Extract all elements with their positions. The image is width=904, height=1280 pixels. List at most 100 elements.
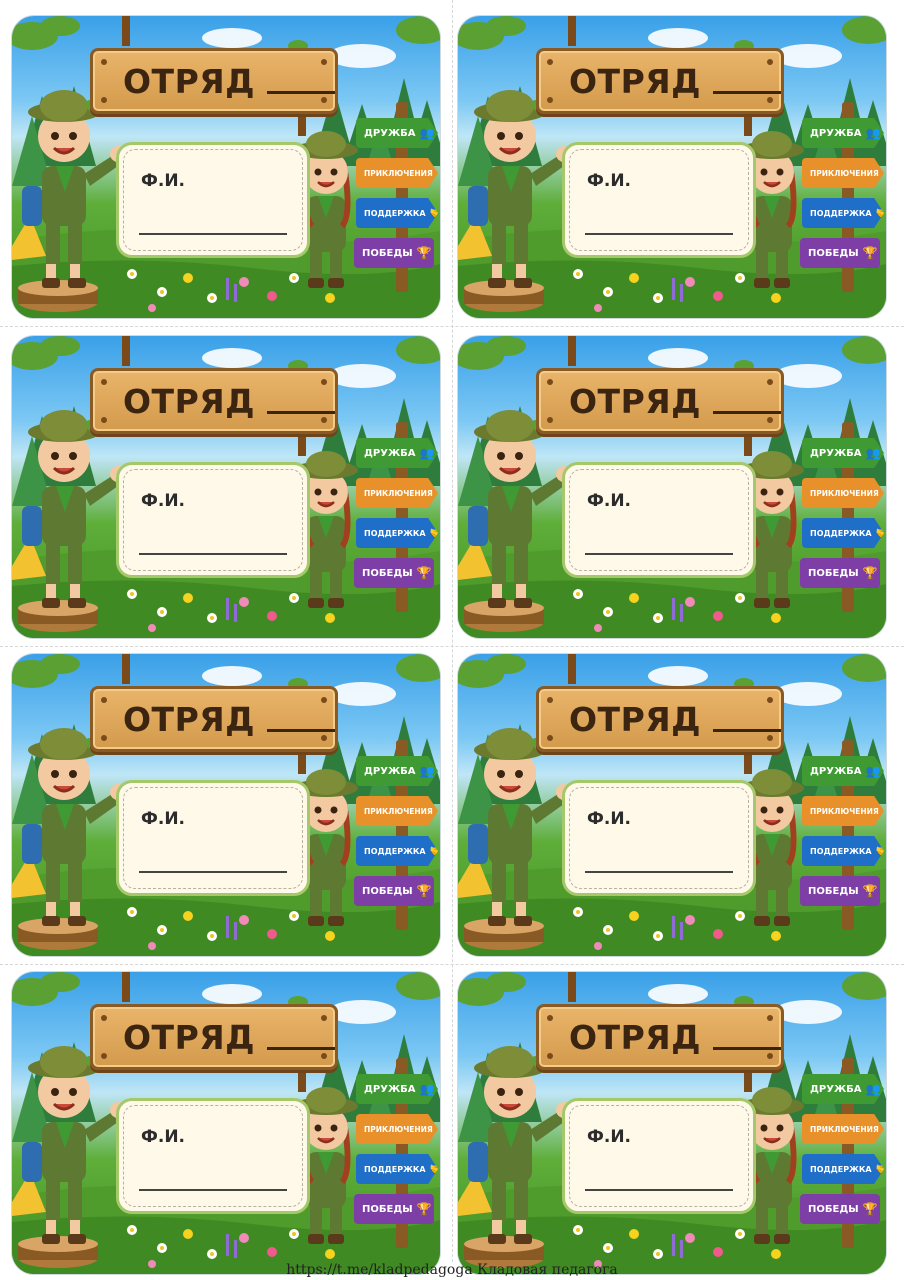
cut-guide <box>0 326 904 327</box>
nail <box>547 1015 553 1021</box>
squad-title: ОТРЯД <box>123 699 256 739</box>
sign-victories: ПОБЕДЫ 🏆 <box>354 558 434 588</box>
name-label: Ф.И. <box>587 1127 632 1147</box>
name-blank-line <box>139 233 287 235</box>
name-label: Ф.И. <box>141 491 186 511</box>
trophy-icon: 🏆 <box>416 246 432 260</box>
sign-label: ДРУЖБА <box>810 765 862 777</box>
nail <box>767 59 773 65</box>
sign-adventures: ПРИКЛЮЧЕНИЯ ⛰ <box>802 1114 884 1144</box>
squad-title-sign: ОТРЯД <box>90 48 338 114</box>
nail <box>767 1015 773 1021</box>
nail <box>547 697 553 703</box>
nail <box>547 1053 553 1059</box>
nail <box>547 379 553 385</box>
nail <box>321 735 327 741</box>
sign-label: ПОБЕДЫ <box>362 567 413 579</box>
nail <box>101 1015 107 1021</box>
nail <box>547 97 553 103</box>
name-label: Ф.И. <box>141 809 186 829</box>
squad-title-sign: ОТРЯД <box>536 48 784 114</box>
nail <box>321 1015 327 1021</box>
sign-adventures: ПРИКЛЮЧЕНИЯ ⛰ <box>356 158 438 188</box>
cut-guide <box>0 964 904 965</box>
squad-title: ОТРЯД <box>569 1017 702 1057</box>
squad-title-sign: ОТРЯД <box>536 368 784 434</box>
nail <box>767 697 773 703</box>
name-blank-line <box>585 1189 733 1191</box>
people-icon: 👥 <box>419 446 435 460</box>
nail <box>101 59 107 65</box>
sign-label: ПОДДЕРЖКА <box>810 1164 872 1174</box>
squad-title: ОТРЯД <box>569 699 702 739</box>
sign-label: ПОБЕДЫ <box>808 885 859 897</box>
cut-guide <box>452 0 453 1262</box>
sign-label: ПОБЕДЫ <box>362 1203 413 1215</box>
badge-card: ОТРЯД Ф.И. ДРУЖБА 👥 ПРИКЛЮЧЕНИЯ ⛰ ПОДДЕР… <box>458 972 886 1274</box>
nail <box>547 735 553 741</box>
squad-blank-line <box>713 728 781 732</box>
sign-label: ПРИКЛЮЧЕНИЯ <box>810 1124 879 1134</box>
sign-victories: ПОБЕДЫ 🏆 <box>800 876 880 906</box>
sign-label: ПОБЕДЫ <box>808 1203 859 1215</box>
sign-victories: ПОБЕДЫ 🏆 <box>800 1194 880 1224</box>
trophy-icon: 🏆 <box>862 246 878 260</box>
name-card: Ф.И. <box>562 462 756 578</box>
sign-label: ПРИКЛЮЧЕНИЯ <box>810 488 879 498</box>
sign-label: ДРУЖБА <box>810 1083 862 1095</box>
sign-victories: ПОБЕДЫ 🏆 <box>354 1194 434 1224</box>
badge-card: ОТРЯД Ф.И. ДРУЖБА 👥 ПРИКЛЮЧЕНИЯ ⛰ ПОДДЕР… <box>12 972 440 1274</box>
squad-title-sign: ОТРЯД <box>536 1004 784 1070</box>
trophy-icon: 🏆 <box>416 884 432 898</box>
squad-blank-line <box>713 1046 781 1050</box>
squad-title-sign: ОТРЯД <box>90 368 338 434</box>
trophy-icon: 🏆 <box>416 566 432 580</box>
sign-label: ПОБЕДЫ <box>808 247 859 259</box>
sign-label: ПОДДЕРЖКА <box>810 846 872 856</box>
name-blank-line <box>585 553 733 555</box>
sign-label: ДРУЖБА <box>810 127 862 139</box>
sign-friendship: ДРУЖБА 👥 <box>802 118 884 148</box>
name-label: Ф.И. <box>587 809 632 829</box>
nail <box>321 379 327 385</box>
name-card: Ф.И. <box>116 1098 310 1214</box>
sign-victories: ПОБЕДЫ 🏆 <box>800 238 880 268</box>
name-label: Ф.И. <box>587 491 632 511</box>
nail <box>321 697 327 703</box>
sign-label: ДРУЖБА <box>364 765 416 777</box>
nail <box>767 417 773 423</box>
sign-label: ПОДДЕРЖКА <box>810 528 872 538</box>
sign-adventures: ПРИКЛЮЧЕНИЯ ⛰ <box>356 796 438 826</box>
sign-victories: ПОБЕДЫ 🏆 <box>354 238 434 268</box>
sign-label: ПРИКЛЮЧЕНИЯ <box>364 168 433 178</box>
squad-blank-line <box>267 728 335 732</box>
badge-card: ОТРЯД Ф.И. ДРУЖБА 👥 ПРИКЛЮЧЕНИЯ ⛰ ПОДДЕР… <box>458 16 886 318</box>
sign-friendship: ДРУЖБА 👥 <box>802 1074 884 1104</box>
squad-blank-line <box>267 1046 335 1050</box>
name-blank-line <box>585 233 733 235</box>
name-card: Ф.И. <box>116 142 310 258</box>
nail <box>767 735 773 741</box>
sign-label: ПРИКЛЮЧЕНИЯ <box>810 806 879 816</box>
squad-blank-line <box>713 90 781 94</box>
nail <box>321 97 327 103</box>
squad-title-sign: ОТРЯД <box>90 1004 338 1070</box>
squad-blank-line <box>267 410 335 414</box>
name-blank-line <box>585 871 733 873</box>
name-card: Ф.И. <box>562 142 756 258</box>
nail <box>767 379 773 385</box>
cut-guide <box>0 646 904 647</box>
nail <box>767 1053 773 1059</box>
sign-friendship: ДРУЖБА 👥 <box>356 1074 438 1104</box>
sign-label: ПРИКЛЮЧЕНИЯ <box>364 806 433 816</box>
sign-friendship: ДРУЖБА 👥 <box>356 118 438 148</box>
badge-card: ОТРЯД Ф.И. ДРУЖБА 👥 ПРИКЛЮЧЕНИЯ ⛰ ПОДДЕР… <box>12 336 440 638</box>
sign-label: ПРИКЛЮЧЕНИЯ <box>810 168 879 178</box>
sign-support: ПОДДЕРЖКА 🤝 <box>802 518 884 548</box>
name-card: Ф.И. <box>562 780 756 896</box>
nail <box>547 417 553 423</box>
name-blank-line <box>139 553 287 555</box>
badge-card: ОТРЯД Ф.И. ДРУЖБА 👥 ПРИКЛЮЧЕНИЯ ⛰ ПОДДЕР… <box>458 336 886 638</box>
badge-card: ОТРЯД Ф.И. ДРУЖБА 👥 ПРИКЛЮЧЕНИЯ ⛰ ПОДДЕР… <box>12 654 440 956</box>
sign-label: ПОДДЕРЖКА <box>364 846 426 856</box>
